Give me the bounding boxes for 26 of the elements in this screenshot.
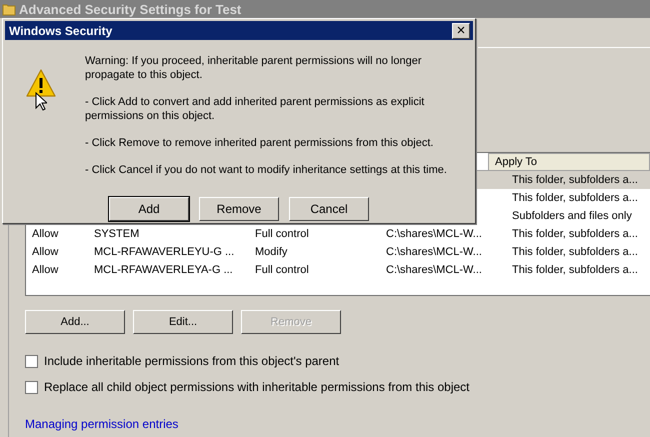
apply-to-cell-text: This folder, subfolders a... [511,246,639,258]
inherited-cell-text: C:\shares\MCL-W... [385,246,483,258]
inherited-cell-text: C:\shares\MCL-W... [385,264,483,276]
dialog-message: - Click Remove to remove inherited parent permissions from this object. [85,136,434,150]
apply-to-cell-text: This folder, subfolders a... [511,174,639,186]
name-cell-text: MCL-RFAWAVERLEYA-G ... [93,264,234,276]
checkbox-label: Replace all child object permissions with inheritable permissions from this object [44,380,470,394]
name-cell-text: SYSTEM [93,228,140,240]
dialog-message: - Click Cancel if you do not want to modify inheritance settings at this time. [85,163,448,177]
apply-to-cell-text: This folder, subfolders a... [511,264,639,276]
inherited-cell-text: C:\shares\MCL-W... [385,228,483,240]
window-title: Advanced Security Settings for Test [19,2,242,16]
checkbox-label: Include inheritable permissions from this object's parent [44,354,340,368]
apply-to-cell-text: Subfolders and files only [511,210,633,222]
apply-to-cell-text: This folder, subfolders a... [511,192,639,204]
type-cell-text: Allow [31,246,60,258]
type-cell-text: Allow [31,228,60,240]
dialog-message: Warning: If you proceed, inheritable parent permissions will no longer propagate to this object. [85,54,422,82]
permission-cell-text: Full control [254,264,310,276]
permission-cell-text: Full control [254,228,310,240]
dialog-title: Windows Security [9,24,112,38]
name-cell-text: MCL-RFAWAVERLEYU-G ... [93,246,236,258]
type-cell-text: Allow [31,264,60,276]
dialog-message: - Click Add to convert and add inherited parent permissions as explicit permissions on this object. [85,95,426,123]
permission-cell-text: Modify [254,246,288,258]
apply-to-cell-text: This folder, subfolders a... [511,228,639,240]
